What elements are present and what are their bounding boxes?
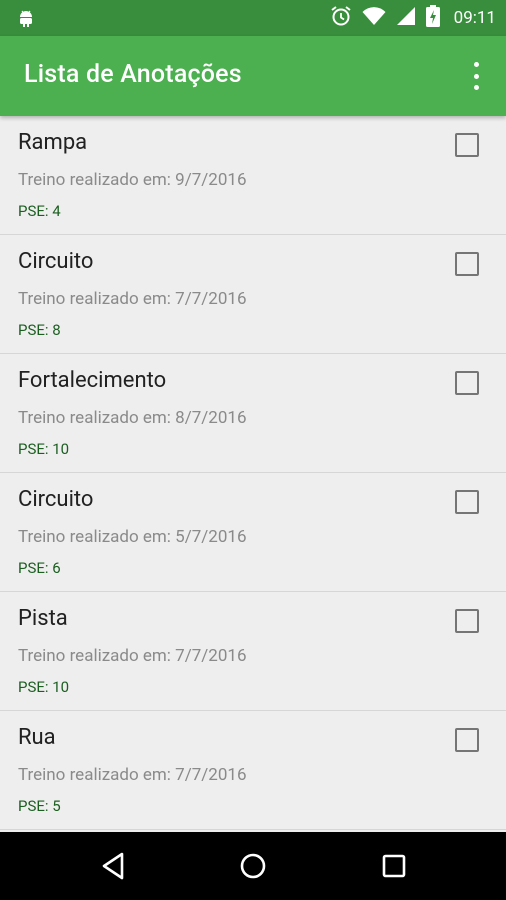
item-pse: PSE: 10 xyxy=(18,440,70,458)
item-title: Pista xyxy=(18,606,68,631)
status-bar: 09:11 xyxy=(0,0,506,36)
android-icon xyxy=(16,8,36,32)
wifi-icon xyxy=(362,6,386,30)
signal-icon xyxy=(396,6,416,30)
page-title: Lista de Anotações xyxy=(24,60,242,89)
item-checkbox[interactable] xyxy=(455,371,479,395)
item-date: Treino realizado em: 9/7/2016 xyxy=(18,170,247,190)
item-pse: PSE: 5 xyxy=(18,797,61,815)
item-checkbox[interactable] xyxy=(455,252,479,276)
item-date: Treino realizado em: 7/7/2016 xyxy=(18,765,247,785)
item-checkbox[interactable] xyxy=(455,490,479,514)
item-title: Circuito xyxy=(18,487,94,512)
item-date: Treino realizado em: 7/7/2016 xyxy=(18,646,247,666)
app-bar: Lista de Anotações xyxy=(0,36,506,116)
item-title: Circuito xyxy=(18,249,94,274)
item-title: Fortalecimento xyxy=(18,368,167,393)
item-pse: PSE: 10 xyxy=(18,678,70,696)
list-item[interactable]: Pista Treino realizado em: 7/7/2016 PSE:… xyxy=(0,592,506,711)
item-pse: PSE: 6 xyxy=(18,559,61,577)
status-time: 09:11 xyxy=(453,8,496,28)
list-item[interactable]: Circuito Treino realizado em: 7/7/2016 P… xyxy=(0,235,506,354)
item-date: Treino realizado em: 7/7/2016 xyxy=(18,289,247,309)
navigation-bar xyxy=(0,832,506,900)
notes-list: Rampa Treino realizado em: 9/7/2016 PSE:… xyxy=(0,116,506,832)
list-item[interactable]: Circuito Treino realizado em: 5/7/2016 P… xyxy=(0,473,506,592)
recents-icon[interactable] xyxy=(378,850,410,882)
item-pse: PSE: 4 xyxy=(18,202,61,220)
item-checkbox[interactable] xyxy=(455,728,479,752)
list-item[interactable]: Rampa Treino realizado em: 9/7/2016 PSE:… xyxy=(0,116,506,235)
item-checkbox[interactable] xyxy=(455,609,479,633)
item-date: Treino realizado em: 5/7/2016 xyxy=(18,527,247,547)
battery-charging-icon xyxy=(425,5,440,31)
home-icon[interactable] xyxy=(237,850,269,882)
back-icon[interactable] xyxy=(97,850,129,882)
item-title: Rua xyxy=(18,725,56,750)
list-item[interactable]: Fortalecimento Treino realizado em: 8/7/… xyxy=(0,354,506,473)
list-item[interactable]: Rua Treino realizado em: 7/7/2016 PSE: 5 xyxy=(0,711,506,830)
item-date: Treino realizado em: 8/7/2016 xyxy=(18,408,247,428)
item-checkbox[interactable] xyxy=(455,133,479,157)
item-title: Rampa xyxy=(18,130,88,155)
item-pse: PSE: 8 xyxy=(18,321,61,339)
overflow-menu-icon[interactable] xyxy=(464,62,488,90)
alarm-icon xyxy=(330,5,352,31)
